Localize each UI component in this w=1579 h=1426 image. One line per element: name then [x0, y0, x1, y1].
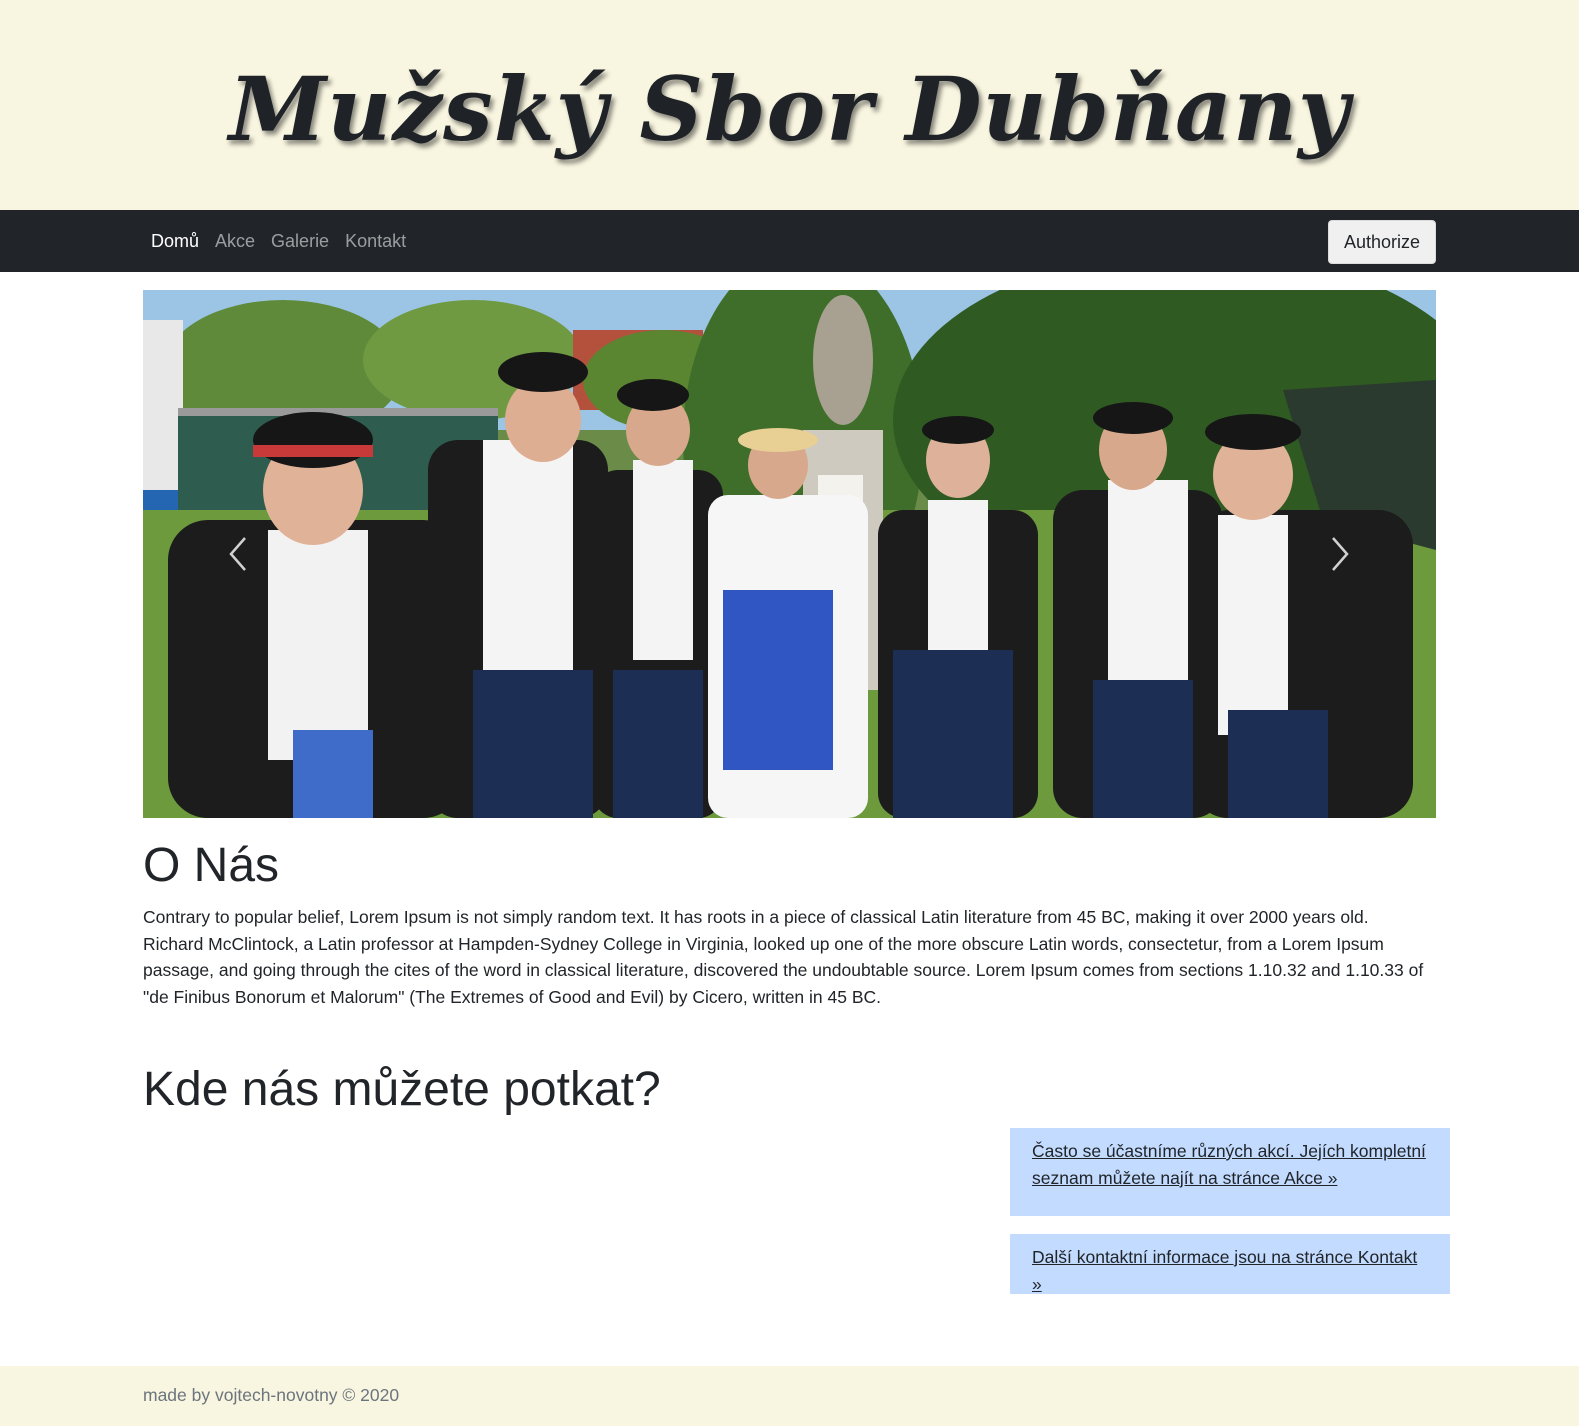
- nav-item-domu[interactable]: Domů: [143, 231, 207, 252]
- about-text: Contrary to popular belief, Lorem Ipsum …: [143, 907, 1424, 1007]
- contact-info-box: Další kontaktní informace jsou na stránc…: [1010, 1234, 1450, 1294]
- events-link[interactable]: Často se účastníme různých akcí. Jejích …: [1032, 1141, 1426, 1188]
- chevron-left-icon: [229, 537, 246, 571]
- site-footer: made by vojtech-novotny © 2020: [0, 1366, 1579, 1426]
- chevron-right-icon: [1332, 537, 1349, 571]
- about-heading: O Nás: [143, 839, 280, 892]
- contact-link[interactable]: Další kontaktní informace jsou na stránc…: [1032, 1247, 1417, 1294]
- nav-item-kontakt[interactable]: Kontakt: [337, 231, 414, 252]
- photo-carousel[interactable]: [143, 290, 1436, 818]
- meet-heading: Kde nás můžete potkat?: [143, 1063, 661, 1116]
- site-title: Mužský Sbor Dubňany: [228, 57, 1351, 161]
- events-info-box: Často se účastníme různých akcí. Jejích …: [1010, 1128, 1450, 1216]
- nav-links: Domů Akce Galerie Kontakt: [143, 210, 414, 272]
- footer-credit: made by vojtech-novotny © 2020: [143, 1385, 400, 1405]
- nav-item-galerie[interactable]: Galerie: [263, 231, 337, 252]
- carousel-prev-button[interactable]: [218, 530, 258, 578]
- site-header: Mužský Sbor Dubňany: [0, 0, 1579, 210]
- carousel-next-button[interactable]: [1320, 530, 1360, 578]
- nav-item-akce[interactable]: Akce: [207, 231, 263, 252]
- carousel-photo: [143, 290, 1436, 818]
- authorize-button[interactable]: Authorize: [1328, 220, 1436, 264]
